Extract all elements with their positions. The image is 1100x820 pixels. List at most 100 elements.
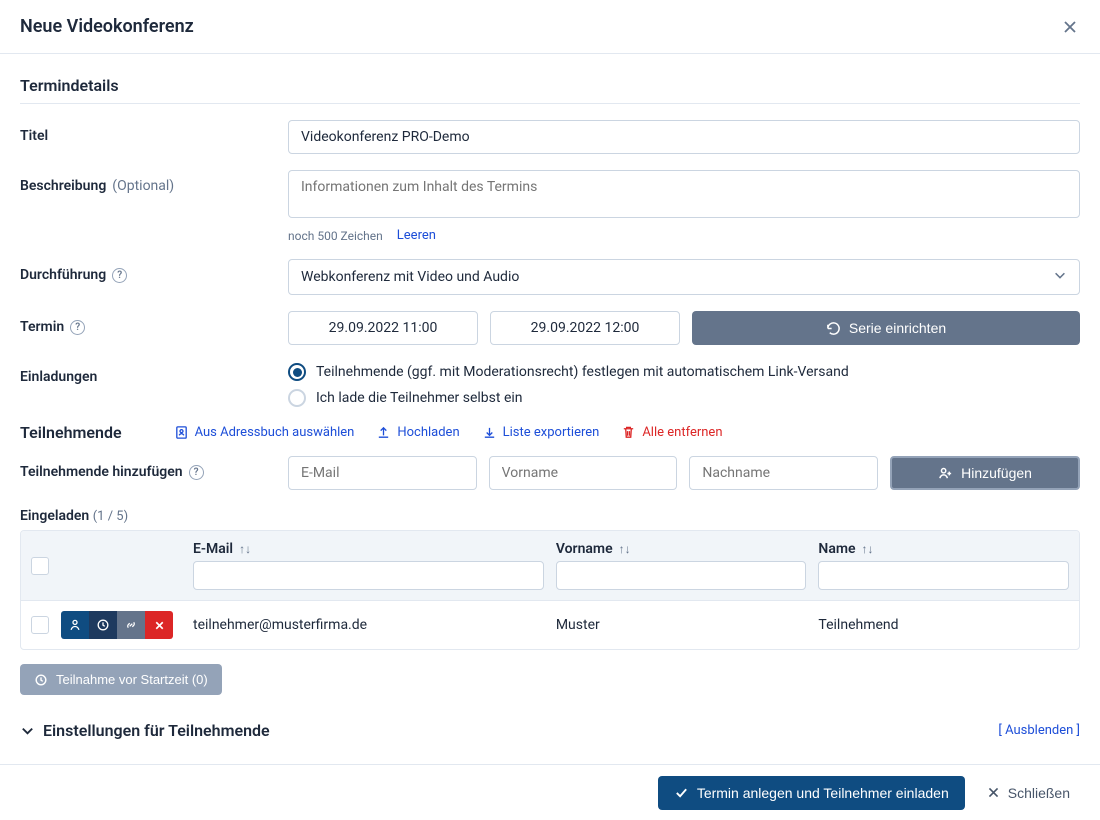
filter-name-input[interactable] <box>818 561 1069 590</box>
upload-link[interactable]: Hochladen <box>376 425 459 440</box>
sort-icon: ↑↓ <box>239 542 251 556</box>
th-email-label: E-Mail <box>193 541 233 557</box>
label-termin: Termin ? <box>20 311 288 335</box>
cell-firstname: Muster <box>556 617 807 633</box>
mode-value: Webkonferenz mit Video und Audio <box>301 269 519 285</box>
filter-firstname-input[interactable] <box>556 561 807 590</box>
label-beschreibung: Beschreibung (Optional) <box>20 170 288 194</box>
th-name[interactable]: Name ↑↓ <box>818 541 1069 557</box>
add-participant-label: Hinzufügen <box>961 465 1032 481</box>
start-datetime-input[interactable]: 29.09.2022 11:00 <box>288 311 478 345</box>
row-time-button[interactable] <box>89 611 117 639</box>
row-checkbox[interactable] <box>31 616 49 634</box>
add-lastname-input[interactable] <box>689 456 878 490</box>
close-button[interactable]: Schließen <box>977 776 1080 810</box>
add-email-input[interactable] <box>288 456 477 490</box>
settings-collapse-toggle[interactable]: Einstellungen für Teilnehmende <box>20 721 270 740</box>
add-firstname-input[interactable] <box>489 456 678 490</box>
label-termin-text: Termin <box>20 319 64 335</box>
sort-icon: ↑↓ <box>862 542 874 556</box>
label-durchfuehrung-text: Durchführung <box>20 267 106 283</box>
add-participant-button[interactable]: Hinzufügen <box>890 456 1080 490</box>
title-input[interactable] <box>288 120 1080 154</box>
table-row: teilnehmer@musterfirma.de Muster Teilneh… <box>21 600 1079 649</box>
check-icon <box>674 785 689 800</box>
sort-icon: ↑↓ <box>619 542 631 556</box>
label-add-participant: Teilnehmende hinzufügen ? <box>20 456 288 480</box>
series-button[interactable]: Serie einrichten <box>692 311 1080 345</box>
invite-option-auto[interactable]: Teilnehmende (ggf. mit Moderationsrecht)… <box>288 363 1080 381</box>
description-textarea[interactable] <box>288 170 1080 218</box>
th-name-label: Name <box>818 541 855 557</box>
cell-email: teilnehmer@musterfirma.de <box>193 617 544 633</box>
submit-label: Termin anlegen und Teilnehmer einladen <box>697 785 949 801</box>
table-header: E-Mail ↑↓ Vorname ↑↓ Name ↑↓ <box>21 531 1079 600</box>
link-icon <box>124 618 138 632</box>
help-icon[interactable]: ? <box>70 320 85 335</box>
user-plus-icon <box>938 466 953 481</box>
pre-start-label: Teilnahme vor Startzeit (0) <box>56 672 208 687</box>
char-counter: noch 500 Zeichen <box>288 229 383 243</box>
clock-icon <box>96 618 110 632</box>
th-email[interactable]: E-Mail ↑↓ <box>193 541 544 557</box>
invite-option-self[interactable]: Ich lade die Teilnehmer selbst ein <box>288 389 1080 407</box>
addressbook-icon <box>174 425 189 440</box>
row-link-button[interactable] <box>117 611 145 639</box>
close-icon[interactable] <box>1060 17 1080 37</box>
invited-heading: Eingeladen (1 / 5) <box>20 508 1080 524</box>
clock-icon <box>34 673 48 687</box>
submit-button[interactable]: Termin anlegen und Teilnehmer einladen <box>658 776 965 810</box>
help-icon[interactable]: ? <box>189 465 204 480</box>
th-firstname-label: Vorname <box>556 541 613 557</box>
pre-start-button[interactable]: Teilnahme vor Startzeit (0) <box>20 664 222 695</box>
modal-title: Neue Videokonferenz <box>20 16 194 37</box>
modal-content: Termindetails Titel Beschreibung (Option… <box>0 54 1100 752</box>
filter-email-input[interactable] <box>193 561 544 590</box>
invite-option-auto-label: Teilnehmende (ggf. mit Moderationsrecht)… <box>316 364 849 380</box>
label-beschreibung-text: Beschreibung <box>20 178 106 194</box>
row-moderator-button[interactable] <box>61 611 89 639</box>
section-termindetails: Termindetails <box>20 76 1080 104</box>
refresh-icon <box>826 321 841 336</box>
th-firstname[interactable]: Vorname ↑↓ <box>556 541 807 557</box>
x-icon <box>987 786 1000 799</box>
upload-label: Hochladen <box>397 425 459 440</box>
series-button-label: Serie einrichten <box>849 320 946 336</box>
user-icon <box>68 618 82 632</box>
download-icon <box>482 425 497 440</box>
clear-link[interactable]: Leeren <box>397 228 436 243</box>
radio-icon <box>288 389 306 407</box>
end-datetime-input[interactable]: 29.09.2022 12:00 <box>490 311 680 345</box>
upload-icon <box>376 425 391 440</box>
export-link[interactable]: Liste exportieren <box>482 425 600 440</box>
addressbook-label: Aus Adressbuch auswählen <box>195 425 355 440</box>
participants-header: Teilnehmende Aus Adressbuch auswählen Ho… <box>20 423 1080 442</box>
label-optional: (Optional) <box>112 178 174 194</box>
modal-footer: Termin anlegen und Teilnehmer einladen S… <box>0 764 1100 820</box>
radio-icon <box>288 363 306 381</box>
mode-select[interactable]: Webkonferenz mit Video und Audio <box>288 259 1080 295</box>
cell-lastname: Teilnehmend <box>818 617 1069 633</box>
chevron-down-icon <box>1053 268 1067 286</box>
invited-count: (1 / 5) <box>93 509 128 524</box>
x-icon <box>153 619 166 632</box>
label-durchfuehrung: Durchführung ? <box>20 259 288 283</box>
trash-icon <box>621 425 636 440</box>
label-titel: Titel <box>20 120 288 144</box>
addressbook-link[interactable]: Aus Adressbuch auswählen <box>174 425 355 440</box>
help-icon[interactable]: ? <box>112 268 127 283</box>
modal-header: Neue Videokonferenz <box>0 0 1100 54</box>
invited-label-text: Eingeladen <box>20 508 89 524</box>
hide-link[interactable]: [ Ausblenden ] <box>998 723 1080 738</box>
chevron-down-icon <box>20 723 35 738</box>
select-all-checkbox[interactable] <box>31 557 49 575</box>
remove-all-link[interactable]: Alle entfernen <box>621 425 722 440</box>
close-label: Schließen <box>1008 785 1070 801</box>
export-label: Liste exportieren <box>503 425 600 440</box>
row-delete-button[interactable] <box>145 611 173 639</box>
settings-title: Einstellungen für Teilnehmende <box>43 721 270 740</box>
participants-table: E-Mail ↑↓ Vorname ↑↓ Name ↑↓ <box>20 530 1080 650</box>
label-einladungen: Einladungen <box>20 361 288 385</box>
invite-option-self-label: Ich lade die Teilnehmer selbst ein <box>316 390 523 406</box>
label-add-participant-text: Teilnehmende hinzufügen <box>20 464 183 480</box>
